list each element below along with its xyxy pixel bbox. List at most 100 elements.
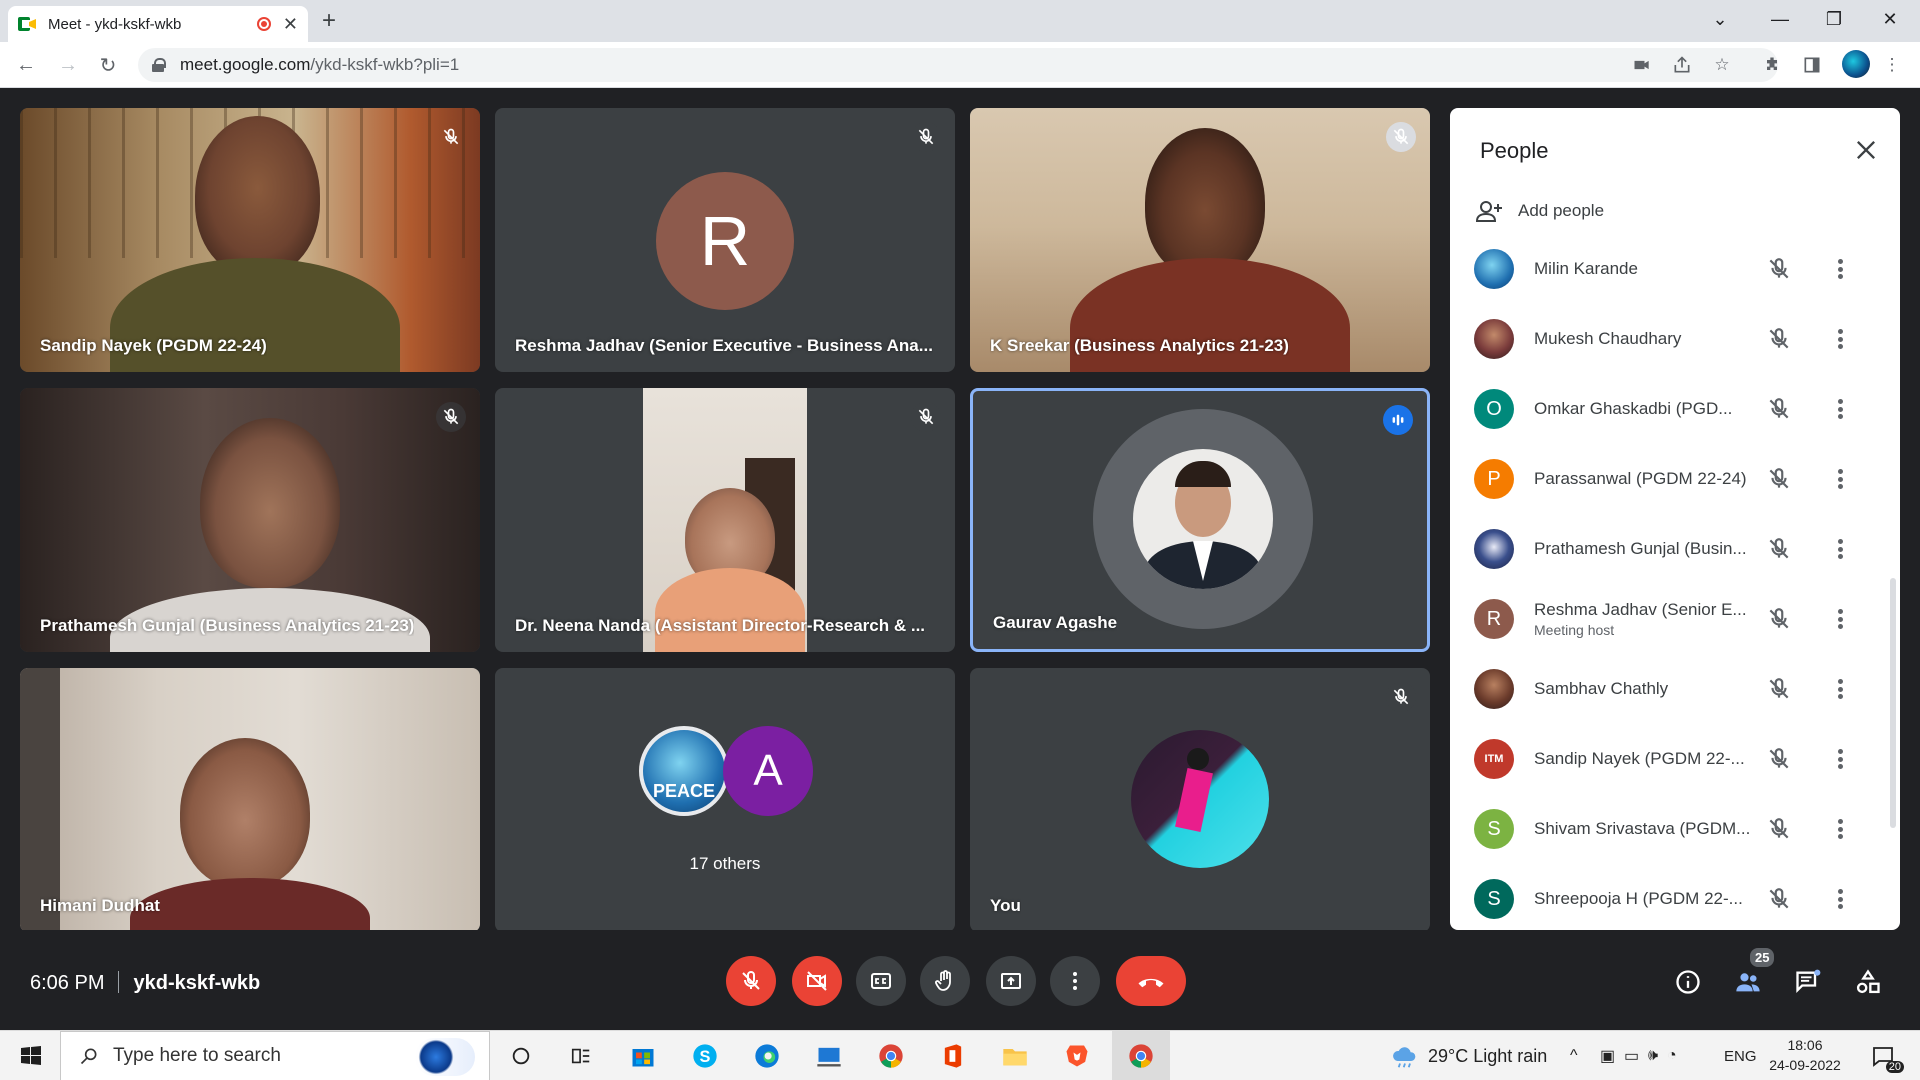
mic-off-icon [436,402,466,432]
chrome-active-taskbar-icon[interactable] [1112,1031,1170,1080]
participant-row[interactable]: Mukesh Chaudhary [1450,304,1880,374]
participant-photo-avatar [1474,669,1514,709]
participant-row[interactable]: ITM Sandip Nayek (PGDM 22-... [1450,724,1880,794]
captions-button[interactable] [856,956,906,1006]
leave-call-button[interactable] [1116,956,1186,1006]
profile-avatar[interactable] [1842,50,1870,78]
reload-button[interactable]: ↻ [94,51,122,79]
close-window-button[interactable]: ✕ [1860,0,1920,38]
more-options-icon[interactable] [1830,536,1850,562]
taskbar-search-box[interactable]: Type here to search [60,1031,490,1080]
present-screen-button[interactable] [986,956,1036,1006]
file-explorer-icon[interactable] [998,1039,1032,1073]
mic-off-icon[interactable] [1766,536,1792,562]
taskbar-clock[interactable]: 18:06 24-09-2022 [1760,1035,1850,1075]
participant-avatar: R [656,172,794,310]
side-panel-icon[interactable] [1800,53,1824,77]
more-options-icon[interactable] [1830,466,1850,492]
more-options-icon[interactable] [1830,816,1850,842]
participant-name: Prathamesh Gunjal (Business Analytics 21… [40,616,415,635]
office-icon[interactable] [936,1039,970,1073]
search-icon [80,1048,97,1065]
tab-search-chevron-icon[interactable]: ⌄ [1690,0,1750,38]
volume-icon[interactable]: 🕪 [1648,1047,1658,1065]
add-people-label: Add people [1518,201,1605,220]
itm-logo-avatar: ITM [1474,739,1514,779]
forward-button[interactable]: → [54,51,82,79]
hidden-icons-chevron-icon[interactable]: ^ [1570,1031,1578,1080]
activities-button[interactable] [1848,962,1888,1002]
participant-row-name: Omkar Ghaskadbi (PGD... [1534,399,1733,418]
edge-icon[interactable] [750,1039,784,1073]
more-options-icon[interactable] [1830,676,1850,702]
wifi-icon[interactable]: ◔ [1667,1047,1677,1065]
extensions-icon[interactable] [1760,53,1784,77]
rain-cloud-icon [1393,1047,1416,1068]
participant-initial-avatar: P [1474,459,1514,499]
mic-off-icon[interactable] [1766,396,1792,422]
microsoft-store-icon[interactable] [626,1039,660,1073]
url-field[interactable]: meet.google.com/ykd-kskf-wkb?pli=1 [138,48,1778,82]
share-icon[interactable] [1670,53,1694,77]
participant-row[interactable]: S Shivam Srivastava (PGDM... [1450,794,1880,864]
network-icon[interactable]: ▣ [1600,1046,1615,1066]
meeting-details-button[interactable] [1668,962,1708,1002]
back-button[interactable]: ← [12,51,40,79]
participant-row[interactable]: P Parassanwal (PGDM 22-24) [1450,444,1880,514]
more-options-icon[interactable] [1830,326,1850,352]
participant-row[interactable]: Sambhav Chathly [1450,654,1880,724]
notifications-button[interactable]: 20 [1866,1039,1904,1073]
camera-toggle-button[interactable] [792,956,842,1006]
more-options-icon[interactable] [1830,396,1850,422]
restore-button[interactable]: ❐ [1804,0,1864,38]
participant-row[interactable]: Milin Karande [1450,234,1880,304]
language-indicator[interactable]: ENG [1724,1031,1757,1080]
participant-tile: Dr. Neena Nanda (Assistant Director-Rese… [495,388,955,652]
tab-close-icon[interactable]: ✕ [283,14,298,35]
mic-off-icon[interactable] [1766,746,1792,772]
remote-desktop-icon[interactable] [812,1039,846,1073]
chat-button[interactable] [1788,962,1828,1002]
participant-row[interactable]: O Omkar Ghaskadbi (PGD... [1450,374,1880,444]
participant-row[interactable]: Prathamesh Gunjal (Busin... [1450,514,1880,584]
others-tile[interactable]: PEACE A 17 others [495,668,955,932]
more-options-button[interactable] [1050,956,1100,1006]
mic-off-icon[interactable] [1766,256,1792,282]
bookmark-star-icon[interactable]: ☆ [1710,53,1734,77]
more-options-icon[interactable] [1830,886,1850,912]
weather-widget[interactable]: 29°C Light rain [1390,1031,1547,1080]
task-view-icon[interactable] [564,1039,598,1073]
mic-off-icon[interactable] [1766,606,1792,632]
battery-icon[interactable]: ▭ [1624,1046,1639,1066]
add-people-button[interactable]: Add people [1476,200,1604,222]
panel-scrollbar[interactable] [1890,578,1896,828]
participant-row[interactable]: R Reshma Jadhav (Senior E... Meeting hos… [1450,584,1880,654]
more-options-icon[interactable] [1830,746,1850,772]
mic-toggle-button[interactable] [726,956,776,1006]
mic-off-icon[interactable] [1766,466,1792,492]
mic-off-icon[interactable] [1766,326,1792,352]
chrome-taskbar-icon[interactable] [874,1039,908,1073]
raise-hand-button[interactable] [920,956,970,1006]
new-tab-button[interactable]: + [322,8,336,34]
mic-off-icon[interactable] [1766,816,1792,842]
mic-off-icon[interactable] [1766,676,1792,702]
close-panel-icon[interactable] [1852,136,1880,164]
browser-tab-meet[interactable]: Meet - ykd-kskf-wkb ✕ [8,6,308,42]
participant-name: Gaurav Agashe [993,613,1118,632]
more-options-icon[interactable] [1830,256,1850,282]
svg-text:S: S [700,1048,711,1066]
clock-date: 24-09-2022 [1769,1057,1841,1073]
system-tray-icons[interactable]: ▣ ▭ 🕪 ◔ [1600,1031,1677,1080]
camera-icon[interactable] [1630,53,1654,77]
brave-icon[interactable] [1060,1039,1094,1073]
mic-off-icon[interactable] [1766,886,1792,912]
chrome-menu-icon[interactable]: ⋮ [1880,53,1904,77]
participant-row[interactable]: S Shreepooja H (PGDM 22-... [1450,864,1880,930]
hand-icon [935,970,951,991]
skype-icon[interactable]: S [688,1039,722,1073]
more-options-icon[interactable] [1830,606,1850,632]
windows-start-icon[interactable] [14,1039,48,1073]
cortana-icon[interactable] [504,1039,538,1073]
minimize-button[interactable]: — [1750,0,1810,38]
